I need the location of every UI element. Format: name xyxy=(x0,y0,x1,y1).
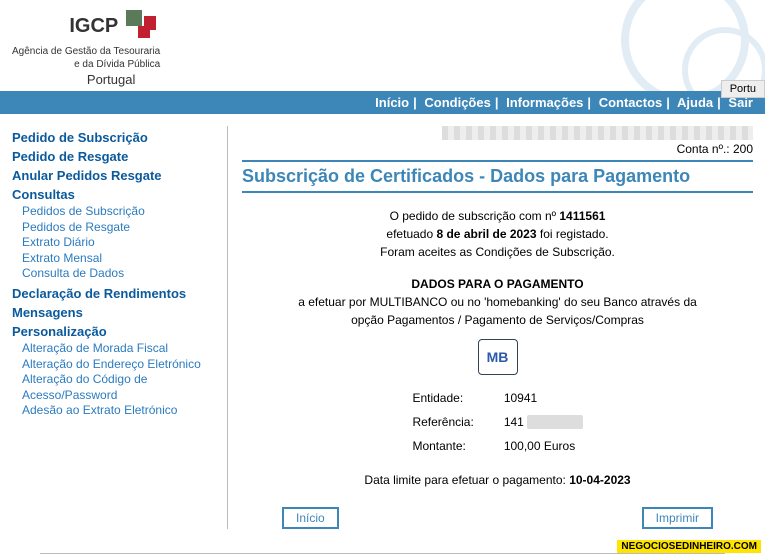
lang-tab[interactable]: Portu xyxy=(721,80,765,98)
sidebar-link-adesao[interactable]: Adesão ao Extrato Eletrónico xyxy=(22,403,217,419)
payment-sub1: a efetuar por MULTIBANCO ou no 'homebank… xyxy=(242,293,753,311)
watermark: NEGOCIOSEDINHEIRO.COM xyxy=(617,540,761,553)
brand-block: IGCP Agência de Gestão da Tesouraria e d… xyxy=(12,8,160,87)
redacted-bar xyxy=(442,126,753,140)
brand-name: IGCP xyxy=(69,15,118,38)
country-label: Portugal xyxy=(62,72,160,87)
sidebar-anular-pedidos[interactable]: Anular Pedidos Resgate xyxy=(12,168,217,183)
sidebar-personalizacao[interactable]: Personalização xyxy=(12,324,217,339)
content: Conta nº.: 200 Subscrição de Certificado… xyxy=(242,126,753,529)
inicio-button[interactable]: Início xyxy=(282,507,339,529)
payment-sub2: opção Pagamentos / Pagamento de Serviços… xyxy=(242,311,753,329)
table-row: Entidade:10941 xyxy=(398,387,596,409)
montante-label: Montante: xyxy=(398,435,487,457)
sidebar: Pedido de Subscrição Pedido de Resgate A… xyxy=(12,126,227,529)
sidebar-link-extrato-mensal[interactable]: Extrato Mensal xyxy=(22,251,217,267)
divider xyxy=(227,126,228,529)
imprimir-button[interactable]: Imprimir xyxy=(642,507,713,529)
referencia-value: 141 xxx xxx xyxy=(490,411,597,433)
sidebar-pedido-subscricao[interactable]: Pedido de Subscrição xyxy=(12,130,217,145)
table-row: Montante:100,00 Euros xyxy=(398,435,596,457)
payment-deadline: Data limite para efetuar o pagamento: 10… xyxy=(242,473,753,487)
sidebar-link-pedidos-subscricao[interactable]: Pedidos de Subscrição xyxy=(22,204,217,220)
payment-table: Entidade:10941 Referência:141 xxx xxx Mo… xyxy=(396,385,598,459)
sidebar-link-extrato-diario[interactable]: Extrato Diário xyxy=(22,235,217,251)
page-title: Subscrição de Certificados - Dados para … xyxy=(242,160,753,193)
sidebar-declaracao[interactable]: Declaração de Rendimentos xyxy=(12,286,217,301)
sidebar-link-morada[interactable]: Alteração de Morada Fiscal xyxy=(22,341,217,357)
table-row: Referência:141 xxx xxx xyxy=(398,411,596,433)
sidebar-link-endereco[interactable]: Alteração do Endereço Eletrónico xyxy=(22,357,217,373)
sidebar-link-pedidos-resgate[interactable]: Pedidos de Resgate xyxy=(22,220,217,236)
account-number: Conta nº.: 200 xyxy=(242,142,753,156)
sidebar-pedido-resgate[interactable]: Pedido de Resgate xyxy=(12,149,217,164)
agency-line2: e da Dívida Pública xyxy=(12,59,160,70)
entidade-value: 10941 xyxy=(490,387,597,409)
button-row: Início Imprimir xyxy=(242,507,753,529)
agency-line1: Agência de Gestão da Tesouraria xyxy=(12,46,160,57)
confirm-text: O pedido de subscrição com nº 1411561 ef… xyxy=(242,207,753,261)
multibanco-logo-icon: MB xyxy=(478,339,518,375)
payment-head: DADOS PARA O PAGAMENTO xyxy=(242,275,753,293)
nav-inicio[interactable]: Início xyxy=(375,95,409,110)
nav-condicoes[interactable]: Condições xyxy=(424,95,490,110)
igcp-logo-icon xyxy=(124,8,160,44)
sidebar-mensagens[interactable]: Mensagens xyxy=(12,305,217,320)
sidebar-consultas[interactable]: Consultas xyxy=(12,187,217,202)
sidebar-link-codigo[interactable]: Alteração do Código de Acesso/Password xyxy=(22,372,217,403)
sidebar-link-consulta-dados[interactable]: Consulta de Dados xyxy=(22,266,217,282)
header: IGCP Agência de Gestão da Tesouraria e d… xyxy=(0,0,765,91)
referencia-label: Referência: xyxy=(398,411,487,433)
entidade-label: Entidade: xyxy=(398,387,487,409)
montante-value: 100,00 Euros xyxy=(490,435,597,457)
